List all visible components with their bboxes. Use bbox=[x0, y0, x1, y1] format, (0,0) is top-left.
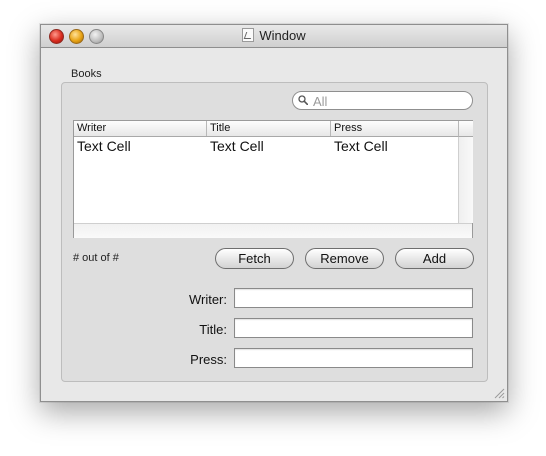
document-icon bbox=[242, 28, 255, 42]
record-count-label: # out of # bbox=[73, 252, 119, 264]
column-header-press[interactable]: Press bbox=[331, 121, 458, 136]
resize-grip-icon[interactable] bbox=[493, 387, 505, 399]
cell-writer: Text Cell bbox=[77, 138, 131, 154]
group-title: Books bbox=[71, 68, 102, 80]
search-field[interactable]: All bbox=[292, 91, 473, 110]
search-placeholder: All bbox=[313, 94, 328, 109]
search-icon bbox=[298, 95, 308, 105]
books-table[interactable]: Writer Title Press Text Cell Text Cell T… bbox=[73, 120, 473, 238]
cell-title: Text Cell bbox=[210, 138, 264, 154]
remove-button[interactable]: Remove bbox=[305, 248, 384, 269]
table-header: Writer Title Press bbox=[74, 121, 458, 137]
title-label: Title: bbox=[199, 322, 227, 337]
writer-label: Writer: bbox=[188, 292, 227, 307]
horizontal-scrollbar[interactable] bbox=[74, 223, 472, 238]
title-bar[interactable]: Window bbox=[41, 25, 507, 48]
table-header-corner bbox=[458, 121, 473, 137]
cell-press: Text Cell bbox=[334, 138, 388, 154]
table-row[interactable]: Text Cell Text Cell Text Cell bbox=[74, 137, 458, 155]
window-title-wrap: Window bbox=[41, 28, 507, 44]
column-header-writer[interactable]: Writer bbox=[74, 121, 207, 136]
title-field[interactable] bbox=[234, 318, 473, 338]
column-header-title[interactable]: Title bbox=[207, 121, 331, 136]
press-field[interactable] bbox=[234, 348, 473, 368]
app-window: Window Books All Writer Title Press Text… bbox=[40, 24, 508, 402]
press-label: Press: bbox=[190, 352, 227, 367]
fetch-button[interactable]: Fetch bbox=[215, 248, 294, 269]
add-button[interactable]: Add bbox=[395, 248, 474, 269]
vertical-scrollbar[interactable] bbox=[458, 137, 473, 223]
writer-field[interactable] bbox=[234, 288, 473, 308]
window-title: Window bbox=[259, 28, 306, 43]
